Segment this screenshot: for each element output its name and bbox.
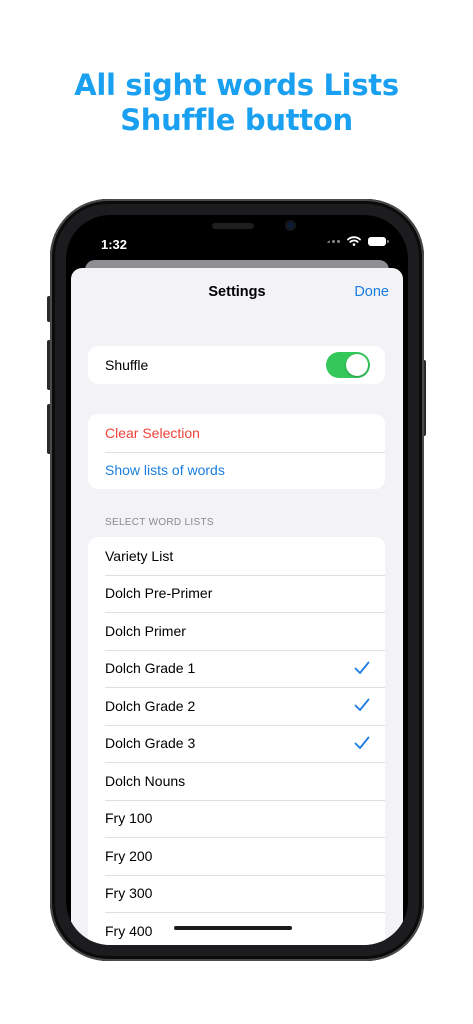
promo-line-2: Shuffle button — [120, 103, 353, 137]
list-item-label: Dolch Primer — [105, 622, 186, 639]
list-item[interactable]: Variety List — [88, 537, 385, 575]
list-item-label: Fry 200 — [105, 847, 153, 864]
shuffle-group: Shuffle — [88, 346, 385, 384]
list-item-label: Dolch Grade 2 — [105, 697, 196, 714]
list-item[interactable]: Dolch Grade 1 — [88, 649, 385, 688]
shuffle-row: Shuffle — [88, 346, 385, 384]
list-item[interactable]: Fry 100 — [88, 799, 385, 838]
done-button[interactable]: Done — [354, 284, 389, 300]
shuffle-label: Shuffle — [105, 356, 149, 373]
list-item[interactable]: Fry 200 — [88, 837, 385, 875]
list-item-label: Dolch Grade 3 — [105, 735, 196, 752]
page-title: Settings — [208, 284, 266, 300]
list-item-label: Dolch Grade 1 — [105, 660, 196, 677]
word-lists-group: Variety List Dolch Pre-Primer Dolch Prim… — [88, 537, 385, 945]
wifi-icon — [347, 236, 361, 246]
notch — [137, 215, 337, 245]
list-item[interactable]: Dolch Grade 2 — [88, 687, 385, 725]
phone-frame: 1:32 Settings Done Shuffle Clear Selecti… — [50, 199, 424, 961]
checkmark-icon — [354, 661, 370, 674]
list-item-label: Dolch Nouns — [105, 772, 186, 789]
battery-icon — [368, 236, 389, 246]
list-item[interactable]: Dolch Nouns — [88, 762, 385, 800]
promo-line-1: All sight words Lists — [74, 68, 399, 102]
toggle-knob — [346, 354, 368, 376]
list-item[interactable]: Dolch Pre-Primer — [88, 574, 385, 613]
phone-screen: 1:32 Settings Done Shuffle Clear Selecti… — [66, 215, 408, 945]
checkmark-icon — [354, 698, 370, 711]
shuffle-toggle[interactable] — [326, 352, 370, 378]
section-header: SELECT WORD LISTS — [105, 517, 214, 528]
clear-selection-button[interactable]: Clear Selection — [88, 414, 385, 452]
list-item-label: Variety List — [105, 547, 174, 564]
speaker-grille — [212, 223, 254, 229]
promo-headline: All sight words Lists Shuffle button — [0, 68, 473, 138]
home-indicator[interactable] — [174, 926, 292, 930]
navigation-bar: Settings Done — [71, 268, 403, 314]
list-item[interactable]: Dolch Grade 3 — [88, 724, 385, 763]
front-camera — [285, 220, 296, 231]
actions-group: Clear Selection Show lists of words — [88, 414, 385, 489]
list-item-label: Fry 100 — [105, 810, 153, 827]
show-lists-button[interactable]: Show lists of words — [88, 451, 385, 490]
list-item-label: Fry 400 — [105, 922, 153, 939]
status-time: 1:32 — [101, 237, 128, 252]
list-item-label: Fry 300 — [105, 885, 153, 902]
list-item[interactable]: Fry 300 — [88, 874, 385, 913]
checkmark-icon — [354, 736, 370, 749]
list-item[interactable]: Dolch Primer — [88, 612, 385, 650]
list-item-label: Dolch Pre-Primer — [105, 585, 213, 602]
settings-sheet: Settings Done Shuffle Clear Selection Sh… — [71, 268, 403, 945]
